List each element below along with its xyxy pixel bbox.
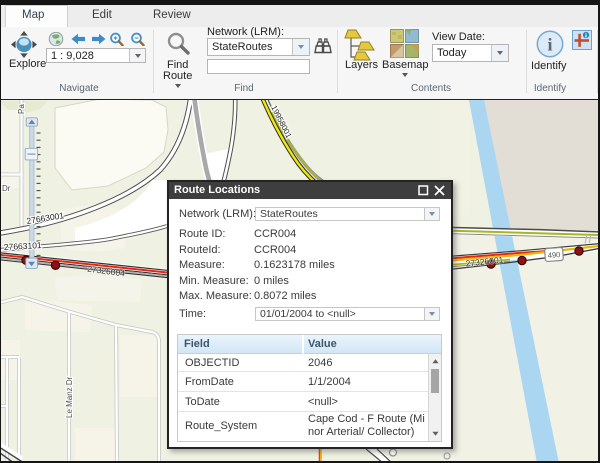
svg-text:Pa: Pa <box>17 104 26 114</box>
svg-text:Le Manz Dr: Le Manz Dr <box>65 376 74 418</box>
svg-text:27663101: 27663101 <box>4 240 43 252</box>
svg-text:Dr: Dr <box>2 184 11 193</box>
svg-text:490: 490 <box>547 250 560 260</box>
svg-text:i: i <box>547 35 552 55</box>
